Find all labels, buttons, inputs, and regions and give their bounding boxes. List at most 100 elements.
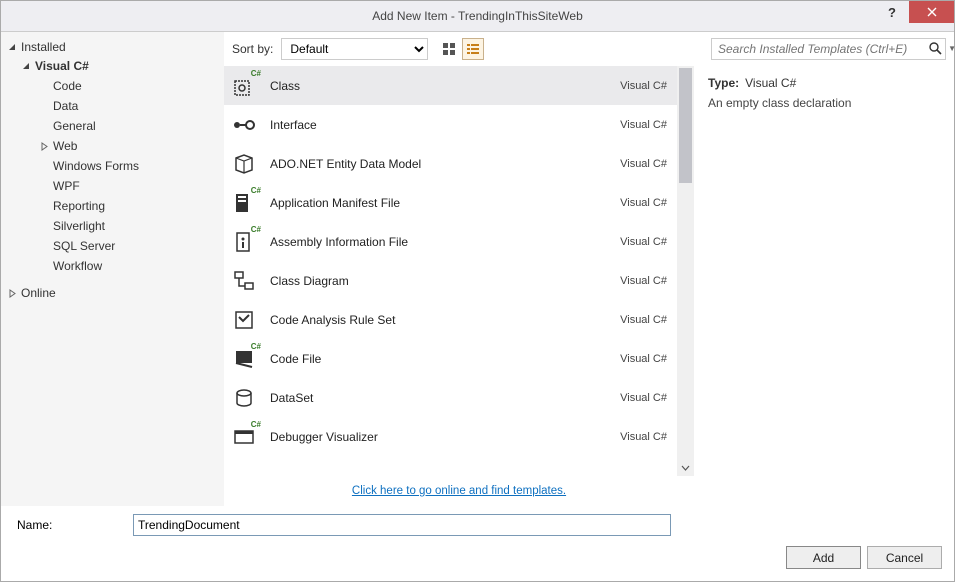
template-name: Debugger Visualizer bbox=[270, 430, 620, 444]
template-lang: Visual C# bbox=[620, 197, 669, 209]
tree-section-installed[interactable]: Installed bbox=[7, 38, 224, 56]
search-input[interactable] bbox=[711, 38, 946, 60]
name-label: Name: bbox=[13, 518, 123, 532]
window-controls: ? bbox=[875, 1, 954, 23]
add-button[interactable]: Add bbox=[786, 546, 861, 569]
template-lang: Visual C# bbox=[620, 158, 669, 170]
bottom-panel: Name: Add Cancel bbox=[1, 506, 954, 581]
scrollbar[interactable] bbox=[677, 66, 694, 476]
template-name: Class bbox=[270, 79, 620, 93]
template-name: ADO.NET Entity Data Model bbox=[270, 157, 620, 171]
tree-node-web[interactable]: Web bbox=[39, 136, 224, 156]
template-lang: Visual C# bbox=[620, 119, 669, 131]
template-item-code-file[interactable]: C# Code File Visual C# bbox=[224, 339, 677, 378]
help-button[interactable]: ? bbox=[875, 1, 909, 23]
interface-icon bbox=[230, 111, 258, 139]
code-file-icon: C# bbox=[230, 345, 258, 373]
template-lang: Visual C# bbox=[620, 353, 669, 365]
tree-node-code[interactable]: Code bbox=[53, 76, 224, 96]
list-icon bbox=[466, 42, 480, 56]
template-name: Assembly Information File bbox=[270, 235, 620, 249]
search-dropdown-icon[interactable]: ▼ bbox=[948, 44, 955, 53]
right-columns: Sort by: Default ▼ bbox=[224, 32, 954, 506]
category-tree: Installed Visual C# Code Data General We… bbox=[1, 38, 224, 302]
tree-installed-children: Visual C# Code Data General Web Windows … bbox=[7, 56, 224, 276]
rule-set-icon bbox=[230, 306, 258, 334]
scroll-down-icon[interactable] bbox=[677, 459, 694, 476]
details-panel: Type: Visual C# An empty class declarati… bbox=[694, 66, 954, 506]
toolbar: Sort by: Default ▼ bbox=[224, 32, 954, 66]
class-diagram-icon bbox=[230, 267, 258, 295]
button-row: Add Cancel bbox=[13, 546, 942, 569]
sidebar: Installed Visual C# Code Data General We… bbox=[1, 32, 224, 506]
tree-node-general[interactable]: General bbox=[53, 116, 224, 136]
collapse-icon bbox=[21, 61, 31, 71]
template-item-class[interactable]: C# Class Visual C# bbox=[224, 66, 677, 105]
template-lang: Visual C# bbox=[620, 431, 669, 443]
details-type-value: Visual C# bbox=[745, 76, 796, 90]
find-templates-link[interactable]: Click here to go online and find templat… bbox=[352, 485, 566, 497]
tree-node-sql-server[interactable]: SQL Server bbox=[53, 236, 224, 256]
tree-section-label: Installed bbox=[21, 40, 66, 54]
collapse-icon bbox=[7, 42, 17, 52]
cancel-button[interactable]: Cancel bbox=[867, 546, 942, 569]
name-row: Name: bbox=[13, 514, 942, 536]
tree-node-windows-forms[interactable]: Windows Forms bbox=[53, 156, 224, 176]
view-grid-button[interactable] bbox=[438, 38, 460, 60]
template-list-panel: C# Class Visual C# Interface Visual C# A… bbox=[224, 66, 694, 506]
tree-section-label: Online bbox=[21, 286, 56, 300]
class-icon: C# bbox=[230, 72, 258, 100]
name-input[interactable] bbox=[133, 514, 671, 536]
template-item-ado-net[interactable]: ADO.NET Entity Data Model Visual C# bbox=[224, 144, 677, 183]
tree-node-silverlight[interactable]: Silverlight bbox=[53, 216, 224, 236]
view-mode-buttons bbox=[438, 38, 484, 60]
data-model-icon bbox=[230, 150, 258, 178]
template-item-manifest[interactable]: C# Application Manifest File Visual C# bbox=[224, 183, 677, 222]
online-link-bar: Click here to go online and find templat… bbox=[224, 476, 694, 506]
sort-by-select[interactable]: Default bbox=[281, 38, 428, 60]
window-title: Add New Item - TrendingInThisSiteWeb bbox=[372, 9, 583, 23]
help-icon: ? bbox=[888, 5, 896, 20]
close-icon bbox=[927, 7, 937, 17]
visualizer-icon: C# bbox=[230, 423, 258, 451]
template-item-class-diagram[interactable]: Class Diagram Visual C# bbox=[224, 261, 677, 300]
tree-node-label: Visual C# bbox=[35, 57, 89, 75]
template-name: Class Diagram bbox=[270, 274, 620, 288]
template-item-dataset[interactable]: DataSet Visual C# bbox=[224, 378, 677, 417]
template-lang: Visual C# bbox=[620, 275, 669, 287]
template-lang: Visual C# bbox=[620, 392, 669, 404]
scrollbar-thumb[interactable] bbox=[679, 68, 692, 183]
template-lang: Visual C# bbox=[620, 314, 669, 326]
tree-node-visual-csharp[interactable]: Visual C# bbox=[21, 56, 224, 76]
view-list-button[interactable] bbox=[462, 38, 484, 60]
main-area: Installed Visual C# Code Data General We… bbox=[1, 31, 954, 506]
tree-csharp-children: Code Data General Web Windows Forms WPF … bbox=[21, 76, 224, 276]
expand-icon bbox=[7, 288, 17, 298]
tree-node-data[interactable]: Data bbox=[53, 96, 224, 116]
template-item-assembly-info[interactable]: C# Assembly Information File Visual C# bbox=[224, 222, 677, 261]
info-file-icon: C# bbox=[230, 228, 258, 256]
template-item-debugger-visualizer[interactable]: C# Debugger Visualizer Visual C# bbox=[224, 417, 677, 456]
template-name: Application Manifest File bbox=[270, 196, 620, 210]
tree-section-online[interactable]: Online bbox=[7, 284, 224, 302]
tree-node-wpf[interactable]: WPF bbox=[53, 176, 224, 196]
details-type-row: Type: Visual C# bbox=[708, 76, 940, 90]
template-item-code-analysis[interactable]: Code Analysis Rule Set Visual C# bbox=[224, 300, 677, 339]
content-row: C# Class Visual C# Interface Visual C# A… bbox=[224, 66, 954, 506]
sort-by-label: Sort by: bbox=[232, 42, 273, 56]
template-name: DataSet bbox=[270, 391, 620, 405]
search-box: ▼ bbox=[711, 38, 946, 60]
grid-icon bbox=[442, 42, 456, 56]
close-button[interactable] bbox=[909, 1, 954, 23]
search-icon[interactable] bbox=[928, 41, 942, 55]
dataset-icon bbox=[230, 384, 258, 412]
template-list[interactable]: C# Class Visual C# Interface Visual C# A… bbox=[224, 66, 694, 476]
template-name: Code Analysis Rule Set bbox=[270, 313, 620, 327]
tree-node-reporting[interactable]: Reporting bbox=[53, 196, 224, 216]
tree-node-workflow[interactable]: Workflow bbox=[53, 256, 224, 276]
template-lang: Visual C# bbox=[620, 80, 669, 92]
manifest-icon: C# bbox=[230, 189, 258, 217]
template-item-interface[interactable]: Interface Visual C# bbox=[224, 105, 677, 144]
expand-icon bbox=[39, 141, 49, 151]
title-bar: Add New Item - TrendingInThisSiteWeb ? bbox=[1, 1, 954, 31]
